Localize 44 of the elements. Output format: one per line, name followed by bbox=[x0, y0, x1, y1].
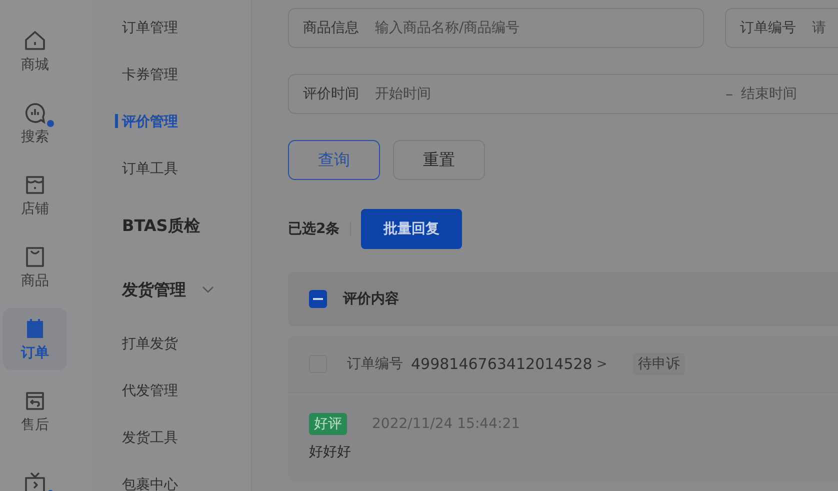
submenu-item[interactable]: 订单管理 bbox=[122, 4, 251, 51]
submenu-item[interactable]: 卡券管理 bbox=[122, 51, 251, 98]
submenu-item[interactable]: 代发管理 bbox=[122, 367, 251, 414]
chevron-icon bbox=[202, 286, 214, 294]
end-date-input[interactable]: 结束时间 bbox=[739, 85, 833, 103]
start-date-input[interactable]: 开始时间 bbox=[373, 85, 726, 103]
nav-item[interactable]: 订单 bbox=[3, 308, 67, 370]
nav-item[interactable]: 搜索 bbox=[3, 92, 67, 154]
column-header: 评价内容 bbox=[343, 290, 399, 308]
submenu-item[interactable]: 订单工具 bbox=[122, 145, 251, 192]
order-number-label: 订单编号 bbox=[347, 355, 403, 373]
batch-reply-button[interactable]: 批量回复 bbox=[360, 209, 462, 249]
rating-tag: 好评 bbox=[309, 413, 347, 435]
nav-item[interactable]: 售后 bbox=[3, 380, 67, 442]
tv-icon bbox=[23, 471, 47, 491]
review-text: 好好好 bbox=[309, 443, 352, 461]
field-label: 订单编号 bbox=[740, 19, 796, 37]
product-search-field[interactable]: 商品信息 输入商品名称/商品编号 bbox=[288, 8, 704, 48]
date-range-field[interactable]: 评价时间 开始时间 – 结束时间 bbox=[288, 74, 838, 114]
submenu-group[interactable]: 发货管理 bbox=[122, 260, 251, 320]
range-separator: – bbox=[726, 85, 733, 103]
submenu-group[interactable]: BTAS质检 bbox=[122, 196, 251, 256]
submenu-item[interactable]: 包裹中心 bbox=[122, 461, 251, 491]
order-number-field[interactable]: 订单编号 请 bbox=[725, 8, 838, 48]
status-tag: 待申诉 bbox=[633, 353, 686, 375]
house-icon bbox=[23, 28, 47, 52]
chat-chart-icon bbox=[23, 100, 47, 124]
nav-item[interactable]: 商城 bbox=[3, 20, 67, 82]
bag-icon bbox=[23, 244, 47, 268]
field-label: 评价时间 bbox=[303, 85, 359, 103]
submenu-item[interactable]: 打单发货 bbox=[122, 320, 251, 367]
order-number-link[interactable]: 4998146763412014528 bbox=[411, 355, 592, 373]
order-number-input[interactable]: 请 bbox=[810, 19, 838, 37]
product-input[interactable]: 输入商品名称/商品编号 bbox=[373, 19, 689, 37]
chevron-right: > bbox=[596, 356, 608, 372]
field-label: 商品信息 bbox=[303, 19, 359, 37]
nav-item[interactable]: 商品 bbox=[3, 236, 67, 298]
nav-item[interactable]: 店铺 bbox=[3, 164, 67, 226]
select-all-checkbox[interactable] bbox=[309, 290, 327, 308]
submenu-item[interactable]: 发货工具 bbox=[122, 414, 251, 461]
submenu-item[interactable]: 评价管理 bbox=[115, 98, 251, 145]
query-button[interactable]: 查询 bbox=[288, 140, 380, 180]
selected-count: 已选2条 bbox=[288, 220, 340, 238]
reset-button[interactable]: 重置 bbox=[393, 140, 485, 180]
